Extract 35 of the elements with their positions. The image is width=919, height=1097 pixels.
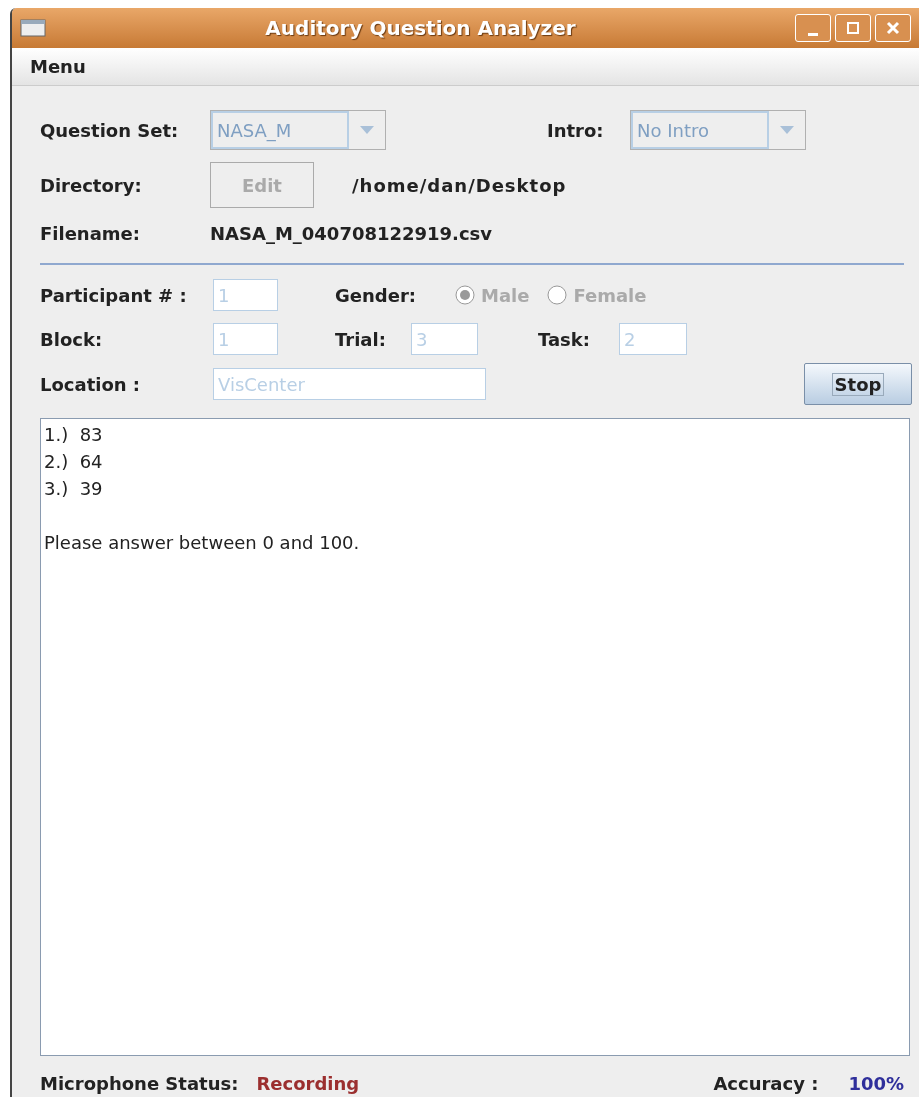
maximize-button[interactable] bbox=[835, 14, 871, 42]
field-label: Trial: bbox=[335, 327, 387, 352]
window-icon bbox=[20, 19, 46, 37]
field-label: Filename: bbox=[40, 222, 141, 246]
field-label: Task: bbox=[538, 327, 591, 352]
caret-icon bbox=[780, 126, 794, 134]
field-label: Block: bbox=[40, 327, 104, 352]
filename-value: NASA_M_040708122919.csv bbox=[210, 222, 493, 246]
output-line: 1.) 83 bbox=[44, 423, 104, 447]
field-label: Gender: bbox=[335, 283, 417, 308]
output-area[interactable]: 1.) 83 2.) 64 3.) 39 Please answer between 0 and 100. bbox=[40, 418, 910, 1056]
radio-icon bbox=[547, 285, 568, 305]
close-button[interactable] bbox=[875, 14, 911, 42]
menu-item[interactable]: Menu bbox=[30, 53, 86, 80]
field-label: Directory: bbox=[40, 173, 143, 198]
minimize-icon bbox=[808, 32, 818, 36]
accuracy-value: 100% bbox=[848, 1072, 904, 1096]
field-label: Question Set: bbox=[40, 118, 180, 143]
accuracy-label: Accuracy : bbox=[713, 1072, 819, 1096]
directory-path: /home/dan/Desktop bbox=[352, 173, 567, 198]
window-title: Auditory Question Analyzer bbox=[264, 15, 577, 42]
output-line: 3.) 39 bbox=[44, 477, 104, 501]
field-label: Location : bbox=[40, 372, 142, 397]
caret-icon bbox=[360, 126, 374, 134]
status-value: Recording bbox=[256, 1072, 360, 1096]
status-label: Microphone Status: bbox=[40, 1072, 239, 1096]
field-label: Participant # : bbox=[40, 283, 188, 308]
close-icon bbox=[886, 21, 900, 35]
field-label: Intro: bbox=[547, 118, 605, 143]
maximize-icon bbox=[846, 21, 860, 35]
stop-button[interactable]: Stop bbox=[804, 363, 912, 405]
output-message: Please answer between 0 and 100. bbox=[44, 531, 361, 555]
radio-icon bbox=[455, 285, 475, 305]
output-line: 2.) 64 bbox=[44, 450, 104, 474]
minimize-button[interactable] bbox=[795, 14, 831, 42]
